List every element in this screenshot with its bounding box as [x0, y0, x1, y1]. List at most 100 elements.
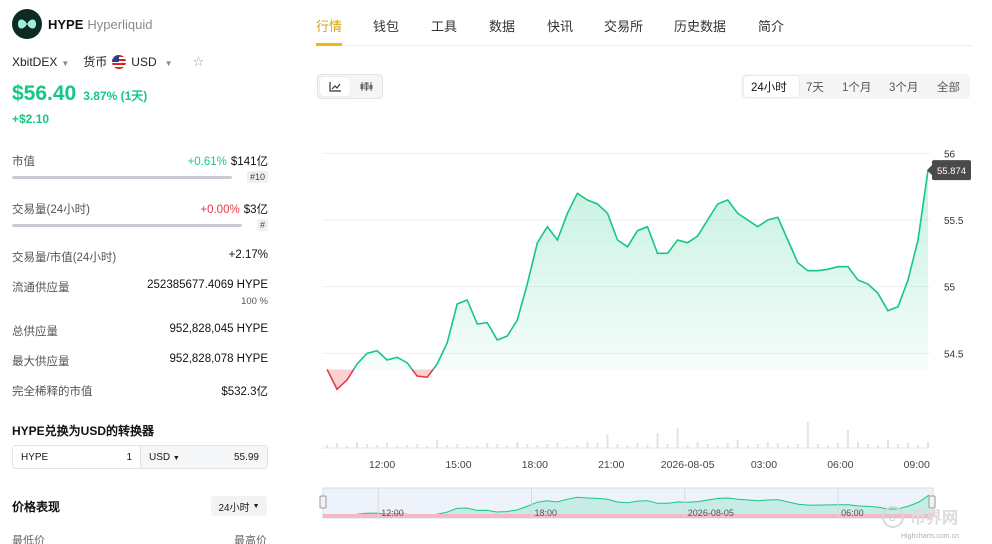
volume-bar [626, 445, 629, 448]
stat-value: 952,828,045 HYPE [169, 323, 268, 335]
main-tabs: 行情 钱包 工具 数据 快讯 交易所 历史数据 简介 [316, 0, 972, 46]
rank-badge: #10 [246, 171, 268, 183]
navigator-tick-label: 18:00 [535, 508, 558, 518]
volume-bar [356, 442, 359, 448]
volume-bar [826, 445, 829, 448]
tab-history[interactable]: 历史数据 [674, 16, 726, 35]
volume-bar [846, 430, 849, 448]
chart-price-line [326, 169, 929, 391]
currency-select[interactable]: USD ▼ [131, 55, 172, 69]
exchange-select[interactable]: XbitDEX ▼ [12, 55, 69, 69]
volume-bar [526, 444, 529, 448]
stat-value: +2.17% [228, 249, 268, 261]
converter-title: HYPE兑换为USD的转换器 [12, 424, 155, 438]
navigator-area [326, 495, 929, 517]
volume-bar [896, 444, 899, 448]
x-tick-label: 15:00 [445, 459, 471, 471]
from-symbol: HYPE [21, 451, 49, 463]
y-tick-label: 54.5 [944, 349, 964, 360]
selector-row: XbitDEX ▼ 货币 USD ▼ ☆ [12, 53, 204, 70]
tab-data[interactable]: 数据 [489, 16, 515, 35]
svg-text:B: B [889, 513, 896, 524]
navigator-handle [928, 495, 936, 509]
volume-bar [866, 444, 869, 448]
active-tab-indicator [316, 43, 342, 46]
tab-news[interactable]: 快讯 [547, 16, 573, 35]
x-tick-label: 06:00 [827, 459, 853, 471]
stat-label: 交易量/市值(24小时) [12, 252, 117, 264]
range-7d[interactable]: 7天 [806, 79, 824, 95]
volume-bar [766, 442, 769, 448]
volume-bar [776, 443, 779, 448]
svg-text:币界网: 币界网 [910, 509, 958, 527]
volume-bar [666, 444, 669, 448]
stat-label: 流通供应量 [12, 282, 70, 294]
range-3m[interactable]: 3个月 [889, 79, 918, 95]
area-up [327, 170, 928, 370]
volume-bar [466, 446, 469, 448]
volume-bar [376, 445, 379, 448]
range-1m[interactable]: 1个月 [842, 79, 871, 95]
volume-bars [322, 422, 930, 449]
chart-area-fill [327, 170, 928, 390]
chevron-down-icon: ▼ [252, 502, 260, 510]
rank-badge: # [256, 219, 268, 231]
candlestick-chart-icon [360, 82, 372, 91]
performance-title: 价格表现 [12, 500, 61, 514]
range-all[interactable]: 全部 [937, 79, 960, 95]
chart-gridlines [322, 152, 930, 354]
to-currency-select[interactable]: USD ▼ [149, 452, 180, 463]
coin-symbol: HYPE [48, 16, 84, 32]
price-line-up [326, 169, 929, 370]
navigator-handle [319, 495, 327, 509]
chevron-down-icon: ▼ [164, 58, 173, 68]
volume-bar [576, 445, 579, 448]
volume-bar [696, 442, 699, 448]
converter-to-input[interactable]: USD ▼ 55.99 [141, 446, 267, 468]
converter-from-input[interactable]: HYPE 1 [13, 446, 141, 468]
from-amount: 1 [126, 451, 132, 463]
y-axis: 56 55.5 55 54.5 [944, 149, 964, 360]
market-cap-bar [12, 176, 232, 179]
to-amount: 55.99 [233, 451, 259, 463]
coin-name: Hyperliquid [87, 16, 153, 32]
x-tick-label: 2026-08-05 [661, 459, 715, 471]
performance-period-select[interactable]: 24小时 ▼ [211, 496, 267, 516]
navigator-scrollbar [323, 514, 933, 518]
volume-bar [816, 444, 819, 448]
volume-bar [726, 443, 729, 448]
volume-bar [426, 446, 429, 448]
tab-market[interactable]: 行情 [316, 16, 342, 35]
range-24h[interactable]: 24小时 [751, 79, 787, 95]
star-icon[interactable]: ☆ [193, 54, 205, 70]
tab-wallet[interactable]: 钱包 [373, 16, 399, 35]
volume-bar [686, 445, 689, 448]
tag-pointer [927, 165, 932, 176]
volume-bar [836, 443, 839, 448]
volume-bar [716, 445, 719, 448]
stat-market-cap: 市值 +0.61% $141亿 #10 [12, 153, 268, 183]
x-tick-label: 12:00 [369, 459, 395, 471]
volume-bar [566, 446, 569, 448]
line-chart-button[interactable] [320, 77, 350, 96]
x-tick-label: 21:00 [598, 459, 624, 471]
volume-bar [476, 445, 479, 448]
last-price-label: 55.874 [937, 166, 966, 177]
x-tick-label: 03:00 [751, 459, 777, 471]
volume-bar [446, 445, 449, 448]
candlestick-chart-button[interactable] [351, 77, 381, 96]
volume-bar [886, 440, 889, 448]
stat-circulating: 流通供应量 252385677.4069 HYPE 100 % [12, 279, 268, 311]
coin-info-panel: HYPE Hyperliquid XbitDEX ▼ 货币 USD ▼ ☆ $56.… [0, 0, 282, 544]
volume-bar [927, 442, 929, 448]
stat-label: 总供应量 [12, 326, 58, 338]
chart-navigator[interactable]: 12:00 18:00 2026-08-05 06:00 [319, 487, 936, 519]
stat-vol-mcap: 交易量/市值(24小时) +2.17% [12, 249, 268, 265]
volume-bar [12, 224, 242, 227]
stat-value: $532.3亿 [221, 386, 268, 398]
tab-intro[interactable]: 简介 [758, 16, 784, 35]
tab-exchanges[interactable]: 交易所 [604, 16, 643, 35]
area-down [327, 369, 434, 390]
volume-bar [336, 443, 339, 448]
tab-tools[interactable]: 工具 [431, 16, 457, 35]
